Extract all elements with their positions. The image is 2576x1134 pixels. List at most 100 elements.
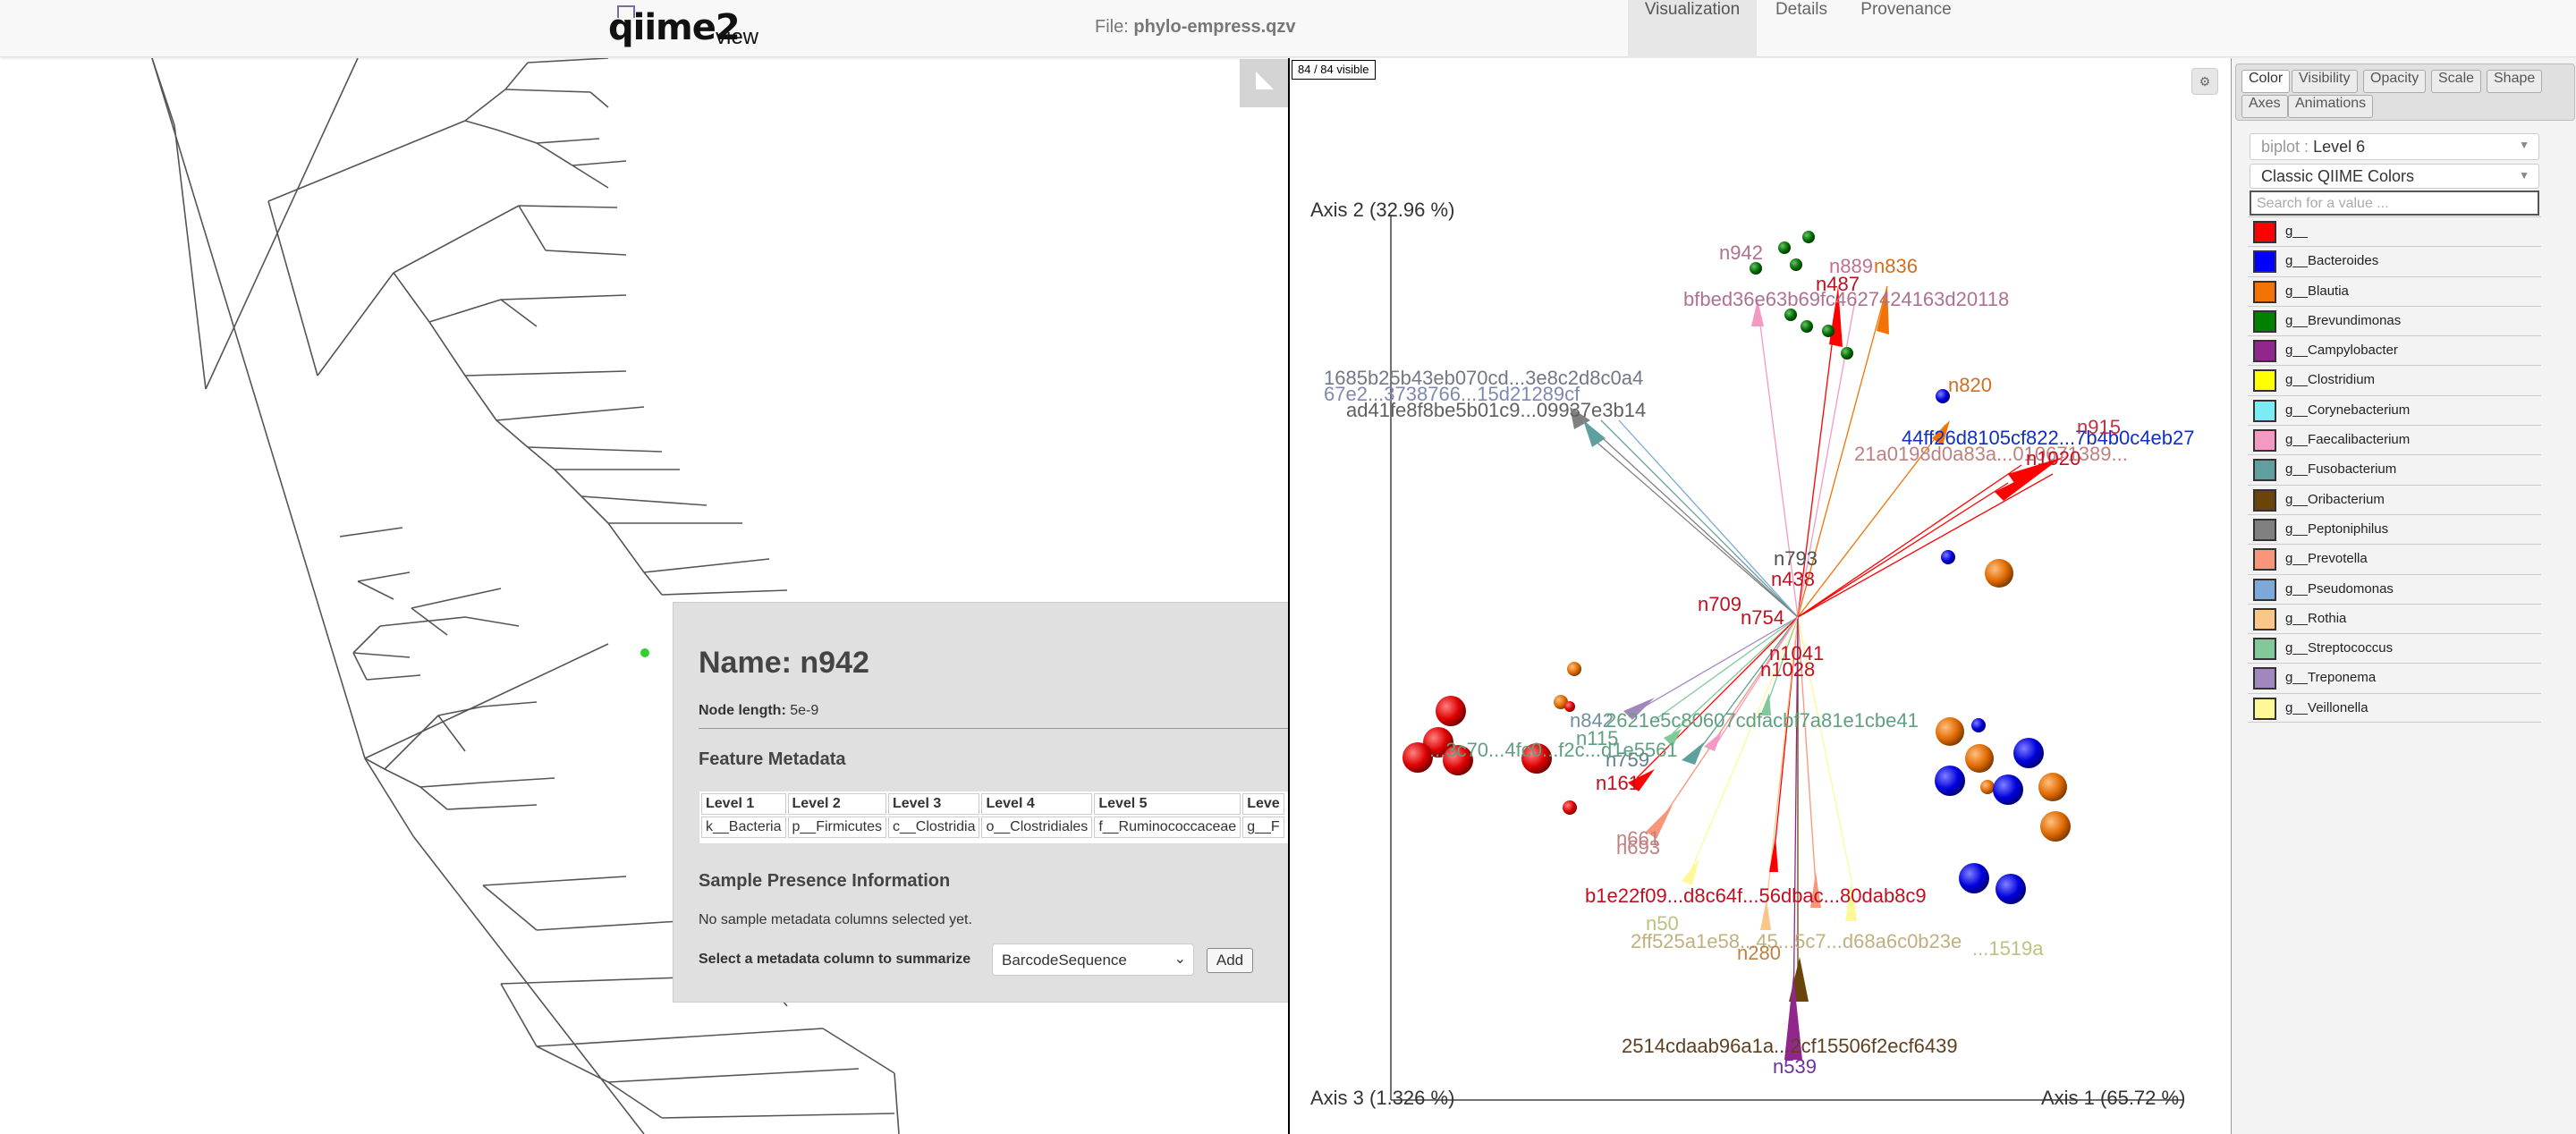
legend-item[interactable]: g__Bacteroides: [2248, 246, 2541, 276]
tab-visualization[interactable]: Visualization: [1628, 0, 1757, 57]
legend-item[interactable]: g__Rothia: [2248, 603, 2541, 634]
node-info-panel: Name: n942 Node length: 5e-9 Feature Met…: [673, 602, 1324, 1003]
biplot-prefix: biplot :: [2261, 138, 2309, 156]
table-cell: g__F: [1242, 817, 1284, 838]
legend-item[interactable]: g__Campylobacter: [2248, 335, 2541, 366]
add-button[interactable]: Add: [1207, 948, 1253, 973]
tab-scale[interactable]: Scale: [2431, 70, 2482, 93]
tab-color[interactable]: Color: [2241, 70, 2291, 93]
chevron-down-icon: ▼: [2519, 169, 2529, 182]
color-swatch[interactable]: [2253, 667, 2276, 690]
feature-metadata-table-scroll[interactable]: Level 1 Level 2 Level 3 Level 4 Level 5 …: [699, 791, 1298, 844]
tab-animations[interactable]: Animations: [2288, 95, 2374, 118]
file-label: File: phylo-empress.qzv: [1095, 17, 1296, 38]
arrow-label: b1e22f09...d8c64f...56dbac...80dab8c9: [1585, 884, 1927, 907]
metadata-column-select-value: BarcodeSequence: [1002, 952, 1127, 969]
visible-count-badge: 84 / 84 visible: [1292, 60, 1376, 80]
arrow-label: ...1519a: [1972, 937, 2044, 960]
logo-main-text: qiime: [608, 7, 716, 48]
legend-label: g__Brevundimonas: [2285, 312, 2402, 328]
color-swatch[interactable]: [2253, 250, 2276, 274]
legend-search-input[interactable]: Search for a value ...: [2250, 190, 2539, 216]
arrow-label: n438: [1771, 568, 1815, 590]
biplot-value: Level 6: [2313, 138, 2366, 156]
biplot-labels: n942 n889 n836 n487 bfbed36e63b69fc46274…: [1324, 241, 2194, 1078]
selected-node-marker: [640, 648, 649, 657]
legend-label: g__Treponema: [2285, 670, 2377, 686]
collapse-panel-toggle[interactable]: [1240, 59, 1288, 107]
color-swatch[interactable]: [2253, 280, 2276, 303]
arrow-label: 21a0198d0a83a...010671389...: [1854, 443, 2128, 465]
no-columns-message: No sample metadata columns selected yet.: [699, 912, 972, 927]
arrow-label: n709: [1698, 593, 1741, 615]
color-swatch[interactable]: [2253, 309, 2276, 333]
tab-provenance[interactable]: Provenance: [1846, 0, 1966, 57]
color-swatch[interactable]: [2253, 340, 2276, 363]
column-header: Level 1: [701, 793, 786, 815]
color-swatch[interactable]: [2253, 459, 2276, 482]
legend-item[interactable]: g__Clostridium: [2248, 365, 2541, 395]
color-swatch[interactable]: [2253, 518, 2276, 541]
file-name: phylo-empress.qzv: [1133, 17, 1296, 37]
menu-tab-bar: Color Visibility Opacity Scale Shape Axe…: [2235, 63, 2575, 121]
arrow-label: n915: [2077, 416, 2121, 438]
biplot-drawing[interactable]: Axis 2 (32.96 %) Axis 3 (1.326 %) Axis 1…: [1290, 58, 2231, 1134]
legend-item[interactable]: g__Pseudomonas: [2248, 573, 2541, 604]
column-header: Level 2: [787, 793, 886, 815]
legend-label: g__Rothia: [2285, 610, 2347, 626]
color-swatch[interactable]: [2253, 638, 2276, 661]
axis1-label: Axis 1 (65.72 %): [2041, 1087, 2185, 1109]
legend-item[interactable]: g__Peptoniphilus: [2248, 513, 2541, 545]
colormap-select[interactable]: Classic QIIME Colors ▼: [2250, 164, 2539, 189]
legend-item[interactable]: g__Fusobacterium: [2248, 454, 2541, 485]
color-swatch[interactable]: [2253, 548, 2276, 571]
tab-shape[interactable]: Shape: [2487, 70, 2543, 93]
metadata-select-label: Select a metadata column to summarize: [699, 952, 971, 967]
color-swatch[interactable]: [2253, 697, 2276, 720]
legend-item[interactable]: g__Faecalibacterium: [2248, 425, 2541, 455]
arrow-label: n693: [1616, 836, 1660, 859]
legend-item[interactable]: g__Veillonella: [2248, 692, 2541, 724]
legend-item[interactable]: g__Prevotella: [2248, 544, 2541, 574]
arrow-label: 2514cdaab96a1a...2cf15506f2ecf6439: [1622, 1035, 1958, 1057]
node-name-heading: Name: n942: [699, 646, 869, 681]
legend-item[interactable]: g__Blautia: [2248, 275, 2541, 306]
legend-item[interactable]: g__Corynebacterium: [2248, 394, 2541, 426]
legend-item[interactable]: g__Streptococcus: [2248, 633, 2541, 664]
arrow-label: n280: [1737, 942, 1781, 964]
arrow-label: 2ff525a1e58...45...5c7...d68a6c0b23e: [1631, 930, 1962, 952]
legend-item[interactable]: g__Brevundimonas: [2248, 305, 2541, 336]
table-cell: k__Bacteria: [701, 817, 786, 838]
tab-axes[interactable]: Axes: [2241, 95, 2288, 118]
node-name-value: n942: [800, 646, 869, 680]
metadata-column-select[interactable]: BarcodeSequence ⌄: [992, 944, 1194, 976]
tab-visibility[interactable]: Visibility: [2292, 70, 2358, 93]
qiime2view-logo[interactable]: qiime2 view: [608, 5, 769, 52]
color-swatch[interactable]: [2253, 578, 2276, 601]
tab-details[interactable]: Details: [1757, 0, 1846, 57]
color-swatch[interactable]: [2253, 399, 2276, 422]
color-swatch[interactable]: [2253, 429, 2276, 453]
node-length: Node length: 5e-9: [699, 703, 818, 719]
legend-item[interactable]: g__: [2248, 216, 2541, 247]
color-swatch[interactable]: [2253, 488, 2276, 512]
biplot-category-select[interactable]: biplot : Level 6 ▼: [2250, 133, 2539, 160]
color-swatch[interactable]: [2253, 607, 2276, 630]
arrow-label: n754: [1741, 606, 1784, 629]
settings-gear-icon[interactable]: ⚙: [2191, 68, 2218, 95]
emperor-plot-canvas[interactable]: Axis 2 (32.96 %) Axis 3 (1.326 %) Axis 1…: [1290, 58, 2231, 1134]
column-header: Level 5: [1094, 793, 1241, 815]
tab-opacity[interactable]: Opacity: [2363, 70, 2427, 93]
chevron-down-icon: ▼: [2519, 139, 2529, 151]
node-name-prefix: Name:: [699, 646, 792, 680]
color-swatch[interactable]: [2253, 369, 2276, 393]
legend-item[interactable]: g__Treponema: [2248, 663, 2541, 693]
legend-item[interactable]: g__Oribacterium: [2248, 484, 2541, 514]
arrow-label: n539: [1773, 1055, 1817, 1078]
color-swatch[interactable]: [2253, 221, 2276, 243]
legend-label: g__Corynebacterium: [2285, 402, 2411, 418]
sample-points: [1402, 231, 2071, 904]
legend-label: g__Faecalibacterium: [2285, 432, 2411, 448]
column-header: Level 4: [981, 793, 1093, 815]
file-prefix: File:: [1095, 17, 1129, 37]
